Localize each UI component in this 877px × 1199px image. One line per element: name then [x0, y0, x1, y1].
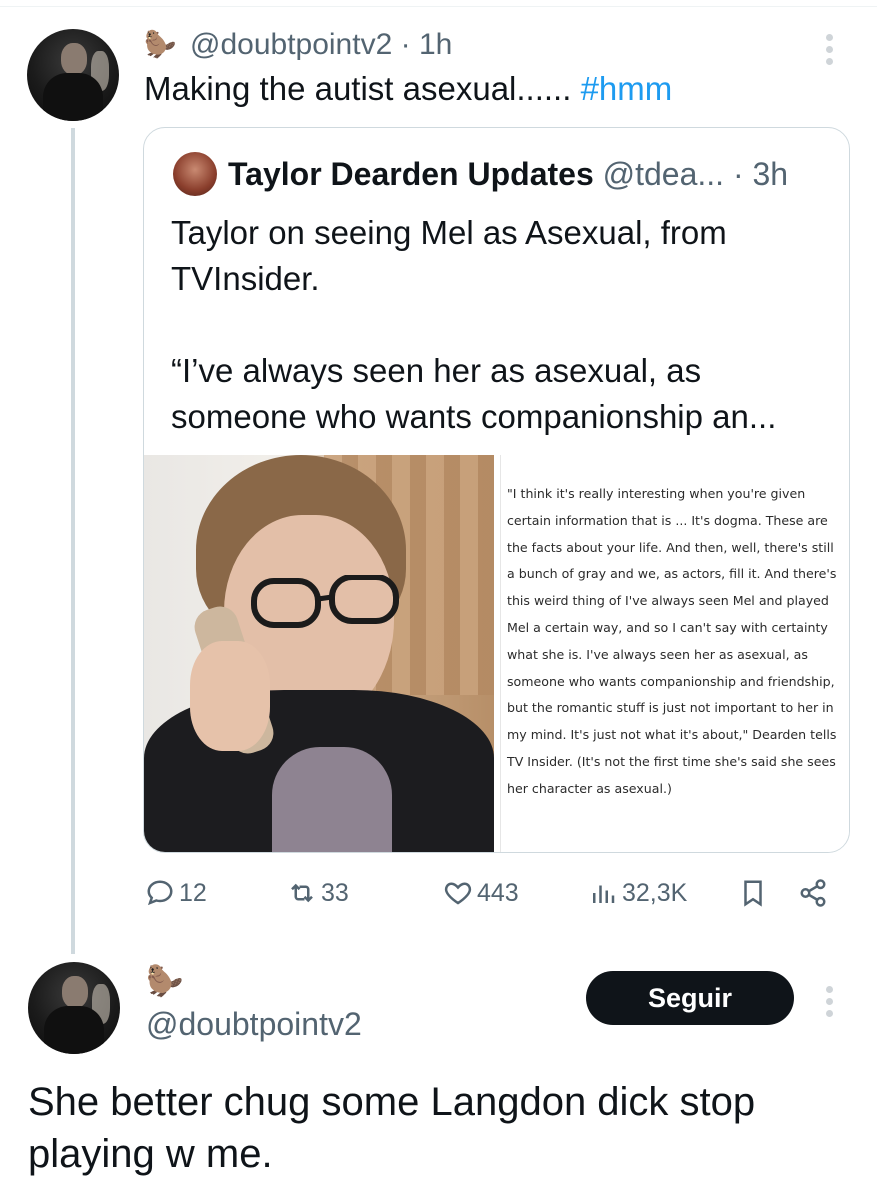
- reply-button[interactable]: 12: [145, 868, 207, 918]
- top-divider: [0, 6, 877, 7]
- thread-connector-line: [71, 128, 75, 954]
- hashtag-link[interactable]: #hmm: [581, 70, 673, 107]
- reply-count: 12: [179, 878, 207, 907]
- quoted-tweet-card[interactable]: Taylor Dearden Updates @tdea... · 3h Tay…: [143, 127, 850, 853]
- reply-author-handle[interactable]: @doubtpointv2: [146, 1006, 362, 1043]
- tweet-action-bar: 12 33 443 32,3K: [0, 868, 877, 918]
- quoted-image-text-panel[interactable]: "I think it's really interesting when yo…: [500, 455, 849, 852]
- quoted-author-avatar[interactable]: [173, 152, 217, 196]
- repost-button[interactable]: 33: [287, 868, 349, 918]
- reply-more-options-icon[interactable]: [825, 986, 833, 1017]
- like-button[interactable]: 443: [443, 868, 519, 918]
- view-count: 32,3K: [622, 878, 688, 907]
- tweet-author-meta: @doubtpointv2 · 1h: [190, 28, 452, 62]
- quoted-photo-actress[interactable]: [144, 455, 494, 852]
- share-icon: [800, 879, 826, 907]
- quoted-tweet-text: Taylor on seeing Mel as Asexual, from TV…: [171, 210, 831, 440]
- views-chart-icon: [593, 885, 615, 903]
- more-options-icon[interactable]: [825, 34, 833, 65]
- tweet-text: Making the autist asexual...... #hmm: [144, 70, 672, 108]
- author-avatar[interactable]: [27, 29, 119, 121]
- beaver-emoji: 🦫: [144, 29, 177, 59]
- reply-author-avatar[interactable]: [28, 962, 120, 1054]
- quoted-paragraph-2: “I’ve always seen her as asexual, as som…: [171, 352, 777, 435]
- quoted-tweet-header: Taylor Dearden Updates @tdea... · 3h: [228, 156, 788, 193]
- reply-tweet-text: She better chug some Langdon dick stop p…: [28, 1080, 756, 1176]
- image-quote-text: "I think it's really interesting when yo…: [507, 486, 837, 796]
- share-button[interactable]: [798, 868, 832, 918]
- reply-beaver-emoji: 🦫: [146, 965, 184, 998]
- meta-separator: ·: [400, 28, 411, 61]
- repost-icon: [291, 883, 313, 903]
- repost-count: 33: [321, 878, 349, 907]
- like-count: 443: [477, 878, 519, 907]
- quoted-author-name[interactable]: Taylor Dearden Updates: [228, 156, 594, 192]
- reply-icon: [147, 880, 173, 906]
- tweet-time[interactable]: 1h: [419, 28, 452, 61]
- glasses-shape: [251, 575, 399, 628]
- heart-icon: [444, 882, 472, 905]
- author-handle[interactable]: @doubtpointv2: [190, 28, 392, 61]
- bookmark-button[interactable]: [738, 868, 772, 918]
- quoted-paragraph-1: Taylor on seeing Mel as Asexual, from TV…: [171, 214, 727, 297]
- tweet-body: Making the autist asexual......: [144, 70, 572, 107]
- bookmark-icon: [744, 880, 762, 907]
- quoted-handle-time: @tdea... · 3h: [602, 156, 789, 192]
- views-button[interactable]: 32,3K: [588, 868, 687, 918]
- follow-button[interactable]: Seguir: [586, 971, 794, 1025]
